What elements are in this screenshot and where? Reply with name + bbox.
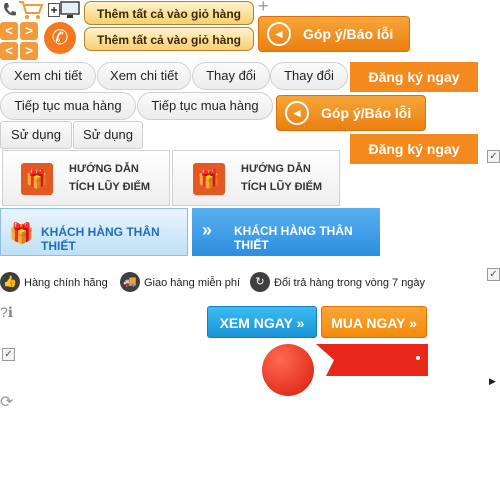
arrow-right-icon[interactable]: > [20,42,38,60]
refresh-icon[interactable]: ⟳ [0,392,13,412]
register-now-button[interactable]: Đăng ký ngay [350,62,478,92]
feature-text: Giao hàng miễn phí [144,277,241,289]
loyal-label: KHÁCH HÀNG THÂN THIẾT [41,225,160,253]
points-guide-button[interactable]: 🎁 HƯỚNG DẪN TÍCH LŨY ĐIỂM [172,150,340,206]
continue-shopping-button[interactable]: Tiếp tục mua hàng [137,92,273,120]
feature-returns: ↻ Đổi trả hàng trong vòng 7 ngày [250,272,450,294]
guide-line1: HƯỚNG DẪN [241,163,311,175]
red-circle-button[interactable] [262,344,314,396]
use-button[interactable]: Sử dụng [0,121,72,149]
gift-icon: 🎁 [193,163,225,195]
checkbox[interactable]: ✓ [487,268,500,281]
speaker-icon: ◄ [267,22,291,46]
add-icon[interactable]: + [258,0,269,17]
arrow-right-icon[interactable]: > [20,22,38,40]
guide-line2: TÍCH LŨY ĐIỂM [69,181,151,193]
add-all-to-cart-button[interactable]: Thêm tất cả vào giỏ hàng [84,27,254,51]
add-all-to-cart-button[interactable]: Thêm tất cả vào giỏ hàng [84,1,254,25]
thumbs-up-icon: 👍 [0,272,20,292]
return-arrows-icon: ↻ [250,272,270,292]
feedback-label: Góp ý/Báo lỗi [303,26,394,42]
double-chevron-icon: » [202,220,213,240]
view-now-button[interactable]: XEM NGAY » [207,306,317,338]
change-button[interactable]: Thay đổi [192,62,270,90]
cart-icon[interactable] [18,0,44,20]
feature-text: Hàng chính hãng [24,277,108,289]
buy-now-button[interactable]: MUA NGAY » [321,306,427,338]
phone-icon[interactable] [2,2,18,18]
feedback-label: Góp ý/Báo lỗi [321,105,412,121]
monitor-icon[interactable] [60,1,80,19]
continue-shopping-button[interactable]: Tiếp tục mua hàng [0,92,136,120]
points-guide-button[interactable]: 🎁 HƯỚNG DẪN TÍCH LŨY ĐIỂM [2,150,170,206]
call-icon[interactable]: ✆ [44,22,76,54]
checkbox[interactable]: ✓ [487,150,500,163]
help-icon[interactable]: ?ℹ [0,304,13,321]
grid-plus-icon[interactable] [48,3,60,17]
feature-free-shipping: 🚚 Giao hàng miễn phí [120,272,245,294]
checkbox[interactable]: ✓ [2,348,15,361]
view-details-button[interactable]: Xem chi tiết [0,62,96,90]
use-button[interactable]: Sử dụng [73,121,143,149]
speaker-icon: ◄ [285,101,309,125]
loyal-customer-banner[interactable]: 🎁 KHÁCH HÀNG THÂN THIẾT [0,208,188,256]
feature-text: Đổi trả hàng trong vòng 7 ngày [274,277,426,289]
guide-line2: TÍCH LŨY ĐIỂM [241,181,323,193]
play-arrow-icon[interactable]: ▶ [489,376,496,387]
feedback-button[interactable]: ◄ Góp ý/Báo lỗi [276,95,426,131]
delivery-truck-icon: 🚚 [120,272,140,292]
loyal-label: KHÁCH HÀNG THÂN THIẾT [234,224,353,252]
view-details-button[interactable]: Xem chi tiết [97,62,191,90]
guide-line1: HƯỚNG DẪN [69,163,139,175]
feedback-button[interactable]: ◄ Góp ý/Báo lỗi [258,16,410,52]
register-now-button[interactable]: Đăng ký ngay [350,134,478,164]
gift-icon: 🎁 [21,163,53,195]
gift-icon: 🎁 [9,223,34,245]
arrow-left-icon[interactable]: < [0,42,18,60]
feature-genuine: 👍 Hàng chính hãng [0,272,115,294]
change-button[interactable]: Thay đổi [270,62,348,90]
arrow-left-icon[interactable]: < [0,22,18,40]
loyal-customer-banner[interactable]: » KHÁCH HÀNG THÂN THIẾT [192,208,380,256]
red-ribbon-banner[interactable] [316,344,430,380]
